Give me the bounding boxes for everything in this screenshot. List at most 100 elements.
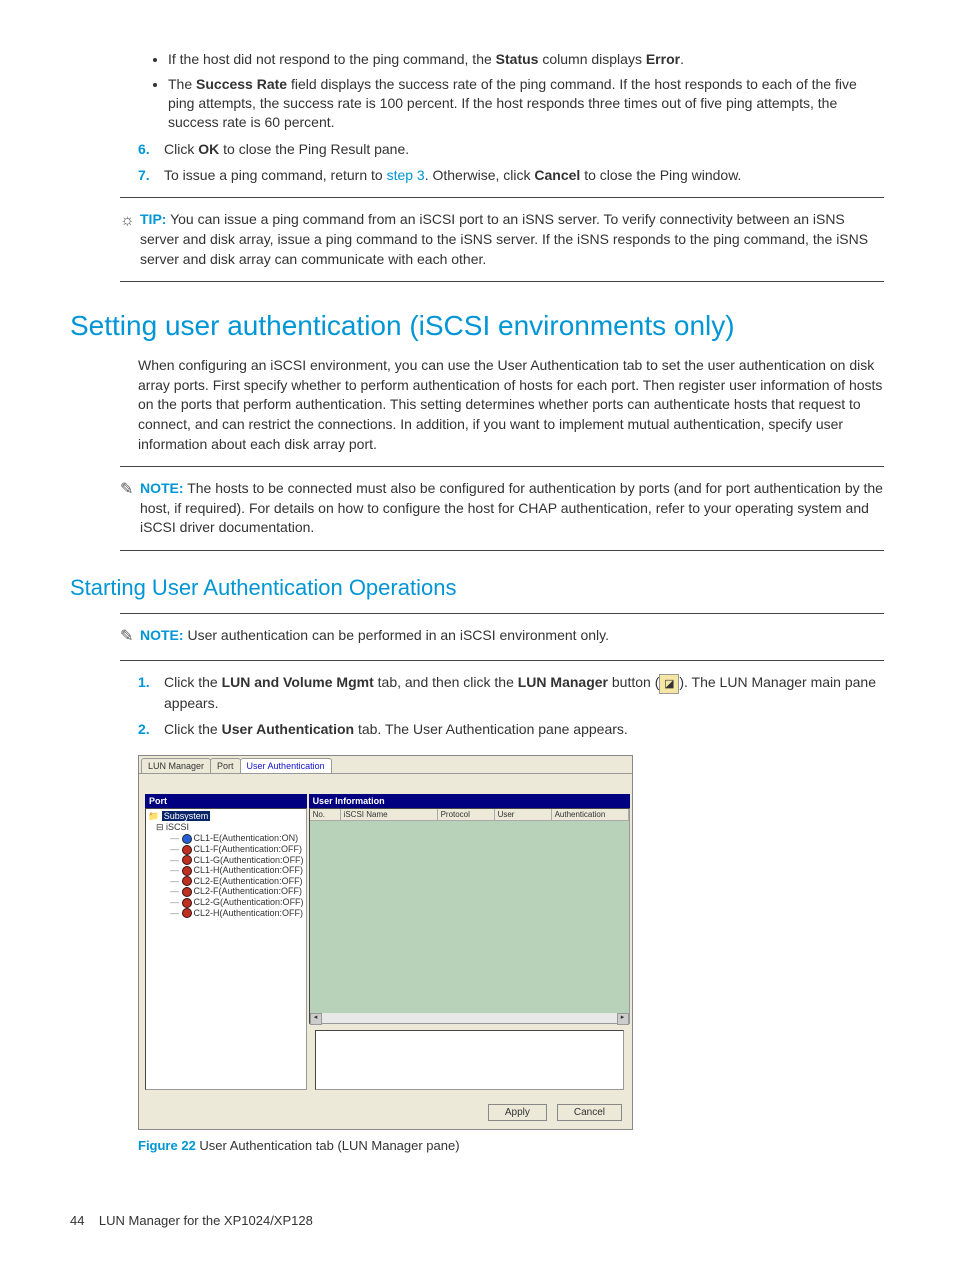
tree-leaf-port[interactable]: CL1-E(Authentication:ON) (148, 833, 304, 844)
subsection-heading: Starting User Authentication Operations (70, 575, 884, 601)
text: tab. The User Authentication pane appear… (354, 721, 628, 737)
text-bold: User Authentication (222, 721, 355, 737)
column-header[interactable]: User (495, 809, 552, 820)
status-off-icon (182, 845, 192, 855)
tab-port[interactable]: Port (210, 758, 241, 773)
step-number: 6. (138, 140, 164, 159)
text: button ( (608, 674, 659, 690)
detail-panel (315, 1030, 624, 1090)
note-icon: ✎ (120, 479, 140, 538)
text-bold: Cancel (534, 167, 580, 183)
tree-leaf-label: CL2-E(Authentication:OFF) (194, 876, 303, 886)
tree-leaf-label: CL1-F(Authentication:OFF) (194, 844, 303, 854)
tree-leaf-label: CL1-H(Authentication:OFF) (194, 865, 304, 875)
lun-manager-icon: ◪ (659, 674, 679, 694)
tree-leaf-port[interactable]: CL1-F(Authentication:OFF) (148, 844, 304, 855)
step-number: 2. (138, 720, 164, 739)
figure-caption-text: User Authentication tab (LUN Manager pan… (196, 1138, 460, 1153)
folder-icon: 📁 (148, 811, 159, 821)
cancel-button[interactable]: Cancel (557, 1104, 622, 1121)
note-icon: ✎ (120, 626, 140, 648)
bullet-item: The Success Rate field displays the succ… (168, 75, 884, 132)
text: The (168, 76, 196, 92)
note-label: NOTE: (140, 480, 184, 496)
text: Click (164, 141, 198, 157)
text: Click the (164, 674, 222, 690)
column-header[interactable]: iSCSI Name (341, 809, 438, 820)
tree-leaf-port[interactable]: CL2-F(Authentication:OFF) (148, 886, 304, 897)
tab-strip: LUN Manager Port User Authentication (139, 756, 632, 774)
text: To issue a ping command, return to (164, 167, 387, 183)
section-heading: Setting user authentication (iSCSI envir… (70, 310, 884, 342)
text: . (680, 51, 684, 67)
text: . Otherwise, click (425, 167, 535, 183)
column-header[interactable]: Authentication (552, 809, 629, 820)
status-on-icon (182, 834, 192, 844)
scroll-left-button[interactable]: ◂ (310, 1013, 322, 1025)
status-off-icon (182, 866, 192, 876)
user-info-panel: User Information No.iSCSI NameProtocolUs… (309, 794, 630, 1090)
tab-user-authentication[interactable]: User Authentication (240, 758, 332, 773)
app-window: LUN Manager Port User Authentication Por… (138, 755, 633, 1130)
tip-block: ☼ TIP: You can issue a ping command from… (120, 210, 884, 269)
text: to close the Ping window. (580, 167, 741, 183)
panel-title-user-info: User Information (309, 794, 630, 808)
panel-title-port: Port (145, 794, 307, 808)
divider (120, 281, 884, 282)
tree-node-iscsi[interactable]: iSCSI (156, 822, 189, 832)
text-bold: Error (646, 51, 680, 67)
bullet-item: If the host did not respond to the ping … (168, 50, 884, 69)
bullet-list: If the host did not respond to the ping … (138, 50, 884, 132)
column-header[interactable]: Protocol (438, 809, 495, 820)
figure-number: Figure 22 (138, 1138, 196, 1153)
step-item: 7. To issue a ping command, return to st… (138, 166, 884, 185)
tree-leaf-label: CL2-F(Authentication:OFF) (194, 886, 303, 896)
table-header-row: No.iSCSI NameProtocolUserAuthentication (310, 809, 629, 821)
status-off-icon (182, 876, 192, 886)
tip-icon: ☼ (120, 210, 140, 269)
note-block: ✎ NOTE: The hosts to be connected must a… (120, 479, 884, 538)
note-text: The hosts to be connected must also be c… (140, 480, 883, 535)
apply-button[interactable]: Apply (488, 1104, 547, 1121)
tree-leaf-port[interactable]: CL2-G(Authentication:OFF) (148, 897, 304, 908)
step-number: 1. (138, 673, 164, 712)
tab-lun-manager[interactable]: LUN Manager (141, 758, 211, 773)
tree-leaf-label: CL1-G(Authentication:OFF) (194, 855, 304, 865)
text-bold: LUN Manager (518, 674, 608, 690)
text: column displays (538, 51, 645, 67)
column-header[interactable]: No. (310, 809, 341, 820)
cross-reference-link[interactable]: step 3 (387, 167, 425, 183)
step-item: 2. Click the User Authentication tab. Th… (138, 720, 884, 739)
text: Click the (164, 721, 222, 737)
tip-text: You can issue a ping command from an iSC… (140, 211, 868, 266)
tree-leaf-port[interactable]: CL2-E(Authentication:OFF) (148, 876, 304, 887)
note-text: User authentication can be performed in … (187, 627, 609, 643)
figure: LUN Manager Port User Authentication Por… (138, 755, 884, 1153)
text: to close the Ping Result pane. (219, 141, 409, 157)
tree-leaf-port[interactable]: CL1-G(Authentication:OFF) (148, 855, 304, 866)
tree-leaf-port[interactable]: CL1-H(Authentication:OFF) (148, 865, 304, 876)
divider (120, 550, 884, 551)
text-bold: Status (496, 51, 539, 67)
button-row: Apply Cancel (139, 1096, 632, 1129)
status-off-icon (182, 855, 192, 865)
user-info-table[interactable]: No.iSCSI NameProtocolUserAuthentication … (309, 808, 630, 1024)
note-block: ✎ NOTE: User authentication can be perfo… (120, 626, 884, 648)
scroll-right-button[interactable]: ▸ (617, 1013, 629, 1025)
status-off-icon (182, 887, 192, 897)
page-footer: 44 LUN Manager for the XP1024/XP128 (70, 1213, 884, 1228)
paragraph: When configuring an iSCSI environment, y… (138, 356, 884, 454)
horizontal-scrollbar[interactable]: ◂ ▸ (310, 1013, 629, 1023)
tree-leaf-label: CL2-H(Authentication:OFF) (194, 908, 304, 918)
tree-leaf-port[interactable]: CL2-H(Authentication:OFF) (148, 908, 304, 919)
divider (120, 466, 884, 467)
text-bold: Success Rate (196, 76, 287, 92)
tree-root[interactable]: Subsystem (162, 811, 211, 821)
port-tree[interactable]: 📁 Subsystem iSCSI CL1-E(Authentication:O… (145, 808, 307, 1090)
status-off-icon (182, 898, 192, 908)
tip-label: TIP: (140, 211, 166, 227)
step-item: 6. Click OK to close the Ping Result pan… (138, 140, 884, 159)
step-list: 1. Click the LUN and Volume Mgmt tab, an… (138, 673, 884, 739)
step-item: 1. Click the LUN and Volume Mgmt tab, an… (138, 673, 884, 712)
tree-leaf-label: CL2-G(Authentication:OFF) (194, 897, 304, 907)
